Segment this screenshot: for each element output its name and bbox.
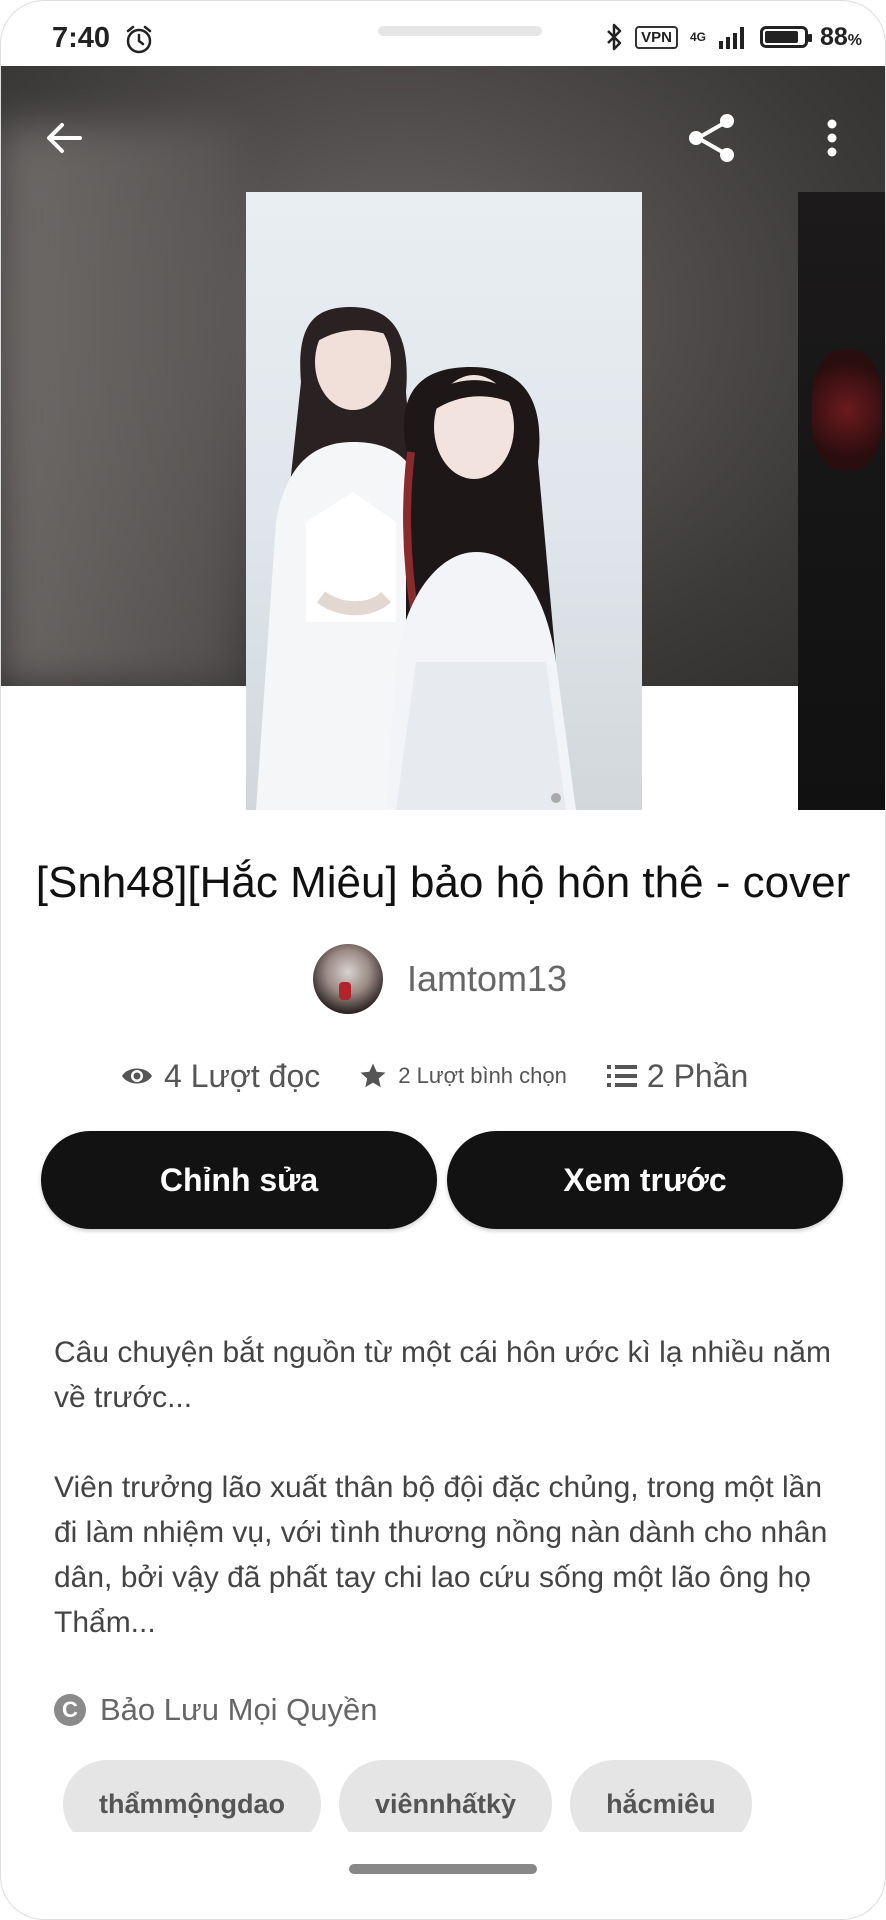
description-paragraph-1: Câu chuyện bắt nguồn từ một cái hôn ước … [54, 1336, 831, 1414]
bluetooth-icon [607, 23, 622, 51]
tag-list: thẩmmộngdao viênnhấtkỳ hắcmiêu [63, 1760, 752, 1832]
status-bar: 7:40 VPN 4G 88% [0, 0, 886, 66]
preview-button[interactable]: Xem trước [447, 1131, 843, 1229]
story-description: Câu chuyện bắt nguồn từ một cái hôn ước … [54, 1330, 844, 1690]
tag-chip[interactable]: viênnhấtkỳ [339, 1760, 553, 1832]
battery-icon [759, 26, 812, 48]
more-vertical-icon [827, 119, 837, 157]
star-icon [360, 1063, 386, 1088]
copyright-notice: C Bảo Lưu Mọi Quyền [54, 1692, 378, 1728]
more-options-button[interactable] [800, 106, 864, 170]
share-button[interactable] [680, 106, 744, 170]
list-icon [606, 1065, 637, 1087]
tag-chip[interactable]: thẩmmộngdao [63, 1760, 321, 1832]
back-button[interactable] [32, 106, 96, 170]
battery-fill [764, 31, 799, 43]
tag-chip[interactable]: hắcmiêu [570, 1760, 752, 1832]
author-avatar[interactable] [313, 944, 383, 1014]
signal-icon [718, 27, 744, 49]
network-type: 4G [689, 30, 706, 44]
battery-percent: 88% [819, 22, 862, 51]
next-cover-image[interactable] [798, 192, 886, 810]
votes-stat: 2 Lượt bình chọn [358, 1061, 567, 1091]
copyright-icon: C [54, 1694, 86, 1726]
alarm-icon [126, 25, 152, 54]
arrow-left-icon [47, 123, 82, 153]
author-link[interactable]: Iamtom13 [313, 944, 567, 1014]
camera-notch [378, 26, 542, 36]
vpn-indicator: VPN [635, 25, 678, 49]
share-icon [689, 114, 734, 162]
story-stats: 4 Lượt đọc 2 Lượt bình chọn 2 Phần [120, 1054, 748, 1098]
status-time: 7:40 [52, 22, 111, 54]
story-title: [Snh48][Hắc Miêu] bảo hộ hôn thê - cover [35, 858, 851, 907]
story-cover-image [246, 192, 642, 810]
author-name[interactable]: Iamtom13 [407, 958, 567, 1000]
cover-illustration [256, 307, 576, 810]
eye-icon [122, 1068, 152, 1084]
parts-stat: 2 Phần [606, 1058, 748, 1095]
description-paragraph-2: Viên trưởng lão xuất thân bộ đội đặc chủ… [54, 1471, 828, 1639]
home-indicator[interactable] [349, 1864, 537, 1874]
edit-button[interactable]: Chỉnh sửa [41, 1131, 437, 1229]
reads-stat: 4 Lượt đọc [120, 1058, 320, 1095]
status-icons: VPN 4G 88% [605, 20, 862, 54]
